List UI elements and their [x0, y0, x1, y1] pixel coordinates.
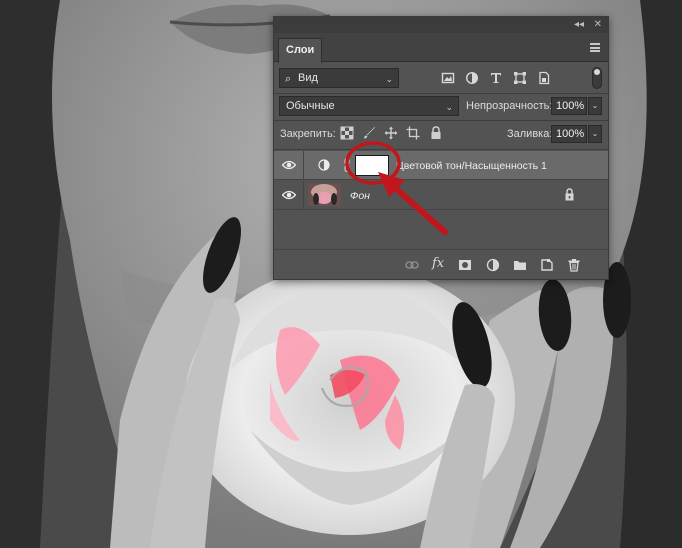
image-filter-icon[interactable]	[441, 71, 455, 85]
layer-thumbnail[interactable]	[308, 184, 341, 206]
blend-mode-select[interactable]: Обычные ⌄	[279, 96, 459, 116]
adjustment-filter-icon[interactable]	[465, 71, 479, 85]
separator	[274, 120, 608, 121]
panel-footer: fx	[274, 249, 608, 279]
link-layers-icon[interactable]	[405, 258, 419, 272]
layer-name[interactable]: Фон	[350, 189, 370, 203]
fx-icon[interactable]: fx	[432, 256, 444, 271]
lock-label: Закрепить:	[280, 128, 336, 140]
opacity-label: Непрозрачность:	[466, 100, 553, 112]
chain-link-icon[interactable]	[344, 158, 350, 172]
lock-position-icon[interactable]	[384, 126, 398, 140]
blend-mode-label: Обычные	[286, 100, 335, 112]
lock-icon	[565, 188, 574, 201]
type-filter-icon[interactable]	[489, 71, 503, 85]
tab-layers[interactable]: Слои	[278, 38, 322, 63]
shape-filter-icon[interactable]	[513, 71, 527, 85]
filter-toggle-switch[interactable]	[592, 67, 602, 89]
chevron-down-icon: ⌄	[445, 102, 453, 112]
eye-icon[interactable]	[282, 189, 296, 201]
new-layer-icon[interactable]	[540, 258, 554, 272]
lock-all-icon[interactable]	[429, 126, 443, 140]
delete-layer-icon[interactable]	[567, 258, 581, 272]
lock-transparent-pixels-icon[interactable]	[340, 126, 354, 140]
separator	[274, 149, 608, 150]
filter-kind-label: Вид	[298, 72, 318, 84]
add-mask-icon[interactable]	[458, 258, 472, 272]
new-adjustment-icon[interactable]	[486, 258, 500, 272]
new-group-icon[interactable]	[513, 258, 527, 272]
opacity-dropdown-icon[interactable]: ⌄	[588, 97, 602, 115]
lock-artboard-icon[interactable]	[406, 126, 420, 140]
panel-tab-bar: Слои	[274, 33, 608, 63]
panel-title-strip: ◂◂ ✕	[274, 17, 608, 33]
lock-image-pixels-icon[interactable]	[362, 126, 376, 140]
layer-name[interactable]: Цветовой тон/Насыщенность 1	[396, 159, 547, 173]
collapse-panel-icon[interactable]: ◂◂	[574, 18, 584, 32]
separator	[274, 93, 608, 94]
close-panel-icon[interactable]: ✕	[594, 18, 602, 32]
fill-input[interactable]: 100%	[551, 125, 587, 143]
layers-panel: ◂◂ ✕ Слои ⌕ Вид ⌄ Обычные ⌄ Непрозрачнос…	[273, 16, 609, 280]
layer-row-hue-saturation[interactable]: Цветовой тон/Насыщенность 1	[274, 151, 608, 180]
fill-dropdown-icon[interactable]: ⌄	[588, 125, 602, 143]
layer-mask-thumbnail[interactable]	[355, 155, 389, 176]
eye-icon[interactable]	[282, 159, 296, 171]
smart-object-filter-icon[interactable]	[537, 71, 551, 85]
opacity-input[interactable]: 100%	[551, 97, 587, 115]
fill-label: Заливка:	[507, 128, 553, 140]
panel-menu-icon[interactable]	[590, 43, 600, 52]
chevron-down-icon: ⌄	[385, 74, 393, 84]
layer-filter-select[interactable]: ⌕ Вид ⌄	[279, 68, 399, 88]
adjustment-layer-icon	[318, 159, 330, 171]
layer-row-background[interactable]: Фон	[274, 181, 608, 210]
search-icon: ⌕	[285, 73, 292, 85]
